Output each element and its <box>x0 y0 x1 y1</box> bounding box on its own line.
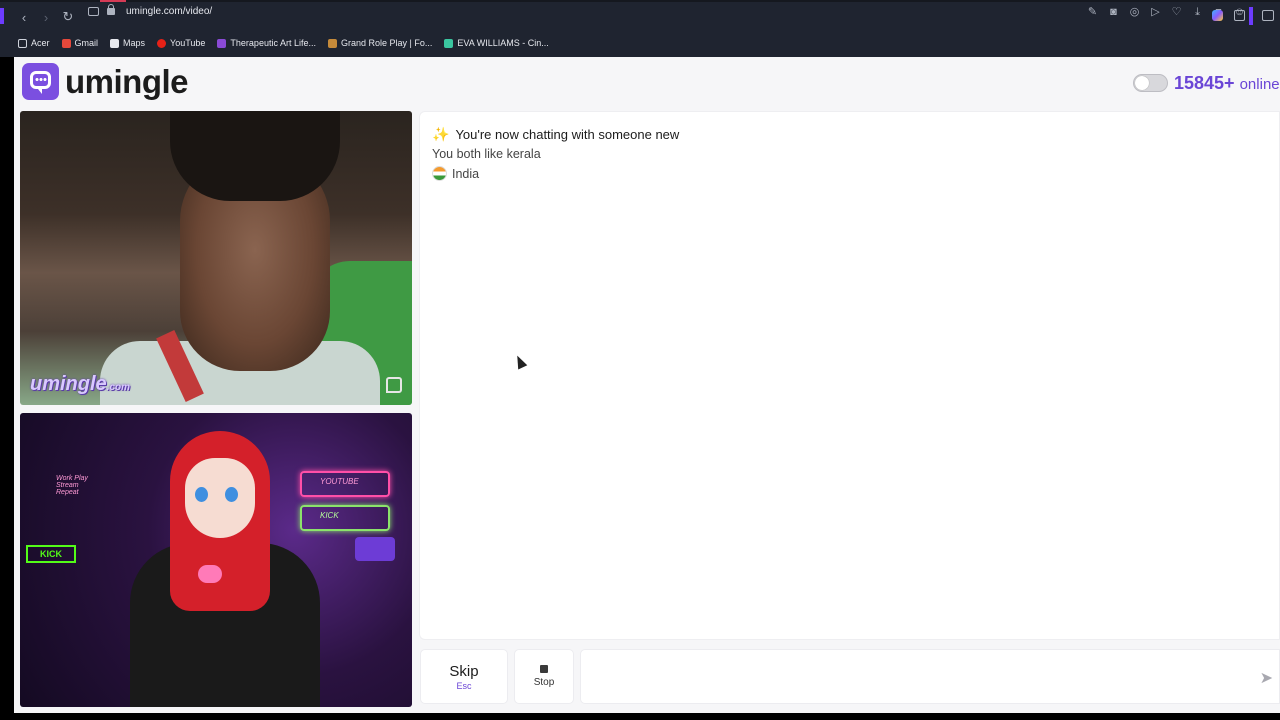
chat-panel: ✨ You're now chatting with someone new Y… <box>419 111 1280 640</box>
avatar-eye-right <box>225 487 238 502</box>
skip-shortcut: Esc <box>456 680 472 691</box>
avatar-heart <box>198 565 222 583</box>
logo[interactable]: umingle <box>22 63 189 100</box>
camera-icon[interactable]: ◙ <box>1107 6 1120 19</box>
neon-left-text: Work Play Stream Repeat <box>56 475 88 496</box>
game-icon <box>327 38 337 48</box>
app-icon <box>217 38 227 48</box>
stop-icon <box>540 665 548 673</box>
online-number: 15845+ <box>1174 73 1235 93</box>
kick-badge: KICK <box>26 545 76 563</box>
youtube-icon <box>157 38 167 48</box>
country-text: India <box>452 166 480 181</box>
active-tab-indicator <box>100 0 126 2</box>
logo-text: umingle <box>65 63 189 100</box>
video-watermark: umingle.com <box>30 373 130 396</box>
stop-button[interactable]: Stop <box>514 649 574 704</box>
sparkles-icon: ✨ <box>432 126 450 142</box>
bookmark-grand-role-play[interactable]: Grand Role Play | Fo... <box>327 38 433 48</box>
toggle-knob <box>1135 76 1149 90</box>
watermark-text: umingle <box>30 373 107 395</box>
india-flag-icon <box>432 166 447 181</box>
lock-icon[interactable] <box>107 4 115 15</box>
bookmark-label: YouTube <box>170 38 206 48</box>
send-icon[interactable]: ➤ <box>1260 668 1273 688</box>
bookmarks-bar: Acer Gmail Maps YouTube Therapeutic Art … <box>18 34 549 52</box>
back-icon[interactable]: ‹ <box>13 6 35 28</box>
extension-puzzle-icon[interactable] <box>1262 10 1274 21</box>
bookmark-eva-williams[interactable]: EVA WILLIAMS - Cin... <box>444 38 549 48</box>
bookmark-maps[interactable]: Maps <box>110 38 145 48</box>
chat-status-text: You're now chatting with someone new <box>455 127 680 142</box>
chat-bubble-icon <box>22 63 59 100</box>
bookmark-acer[interactable]: Acer <box>18 38 50 48</box>
maps-icon <box>110 38 120 48</box>
heart-icon[interactable]: ♡ <box>1170 6 1183 19</box>
moon-decor <box>355 537 395 561</box>
site-icon <box>444 38 454 48</box>
reload-icon[interactable]: ↻ <box>57 6 79 28</box>
shield-icon[interactable]: ◎ <box>1128 6 1141 19</box>
page: umingle 15845+ online umingle.com YOUTUB… <box>14 57 1280 713</box>
chat-status: ✨ You're now chatting with someone new <box>432 126 679 143</box>
browser-chrome: ‹ › ↻ umingle.com/video/ ✎ ◙ ◎ ▷ ♡ ⤓ ≡ ☺… <box>0 0 1280 57</box>
bookmark-youtube[interactable]: YouTube <box>157 38 205 48</box>
gmail-icon <box>61 38 71 48</box>
report-flag-icon[interactable] <box>386 377 402 393</box>
online-count: 15845+ online <box>1174 73 1280 94</box>
neon-kick-text: KICK <box>320 511 339 520</box>
forward-icon[interactable]: › <box>35 6 57 28</box>
folder-icon <box>18 38 27 48</box>
message-input[interactable]: ➤ <box>580 649 1280 704</box>
download-icon[interactable]: ⤓ <box>1191 6 1204 19</box>
bookmark-label: EVA WILLIAMS - Cin... <box>457 38 549 48</box>
neon-youtube-text: YOUTUBE <box>320 477 359 486</box>
edit-icon[interactable]: ✎ <box>1086 6 1099 19</box>
url-text[interactable]: umingle.com/video/ <box>126 6 212 17</box>
common-interest: You both like kerala <box>432 147 541 161</box>
stranger-video: umingle.com <box>20 111 412 405</box>
stranger-country: India <box>432 166 479 181</box>
watermark-suffix: .com <box>106 382 131 393</box>
online-label: online <box>1239 76 1280 93</box>
bookmark-gmail[interactable]: Gmail <box>61 38 99 48</box>
tab-strip <box>0 0 1280 2</box>
bookmark-label: Gmail <box>74 38 99 48</box>
cube-icon[interactable] <box>1234 10 1245 21</box>
site-info-icon[interactable] <box>88 7 99 16</box>
theme-toggle[interactable] <box>1133 74 1168 92</box>
sidebar-accent-right <box>1249 7 1253 25</box>
extension-icon[interactable] <box>1212 10 1223 21</box>
play-icon[interactable]: ▷ <box>1149 6 1162 19</box>
skip-label: Skip <box>449 662 479 680</box>
video-hair <box>170 111 340 201</box>
stop-label: Stop <box>533 677 555 688</box>
bookmark-therapeutic[interactable]: Therapeutic Art Life... <box>217 38 316 48</box>
bookmark-label: Grand Role Play | Fo... <box>340 38 433 48</box>
avatar-eye-left <box>195 487 208 502</box>
bookmark-label: Acer <box>31 38 50 48</box>
skip-button[interactable]: Skip Esc <box>420 649 508 704</box>
bookmark-label: Maps <box>123 38 146 48</box>
bookmark-label: Therapeutic Art Life... <box>230 38 316 48</box>
self-video: YOUTUBE KICK Work Play Stream Repeat KIC… <box>20 413 412 707</box>
neon-kick-sign <box>300 505 390 531</box>
mouse-cursor-icon <box>512 353 528 370</box>
